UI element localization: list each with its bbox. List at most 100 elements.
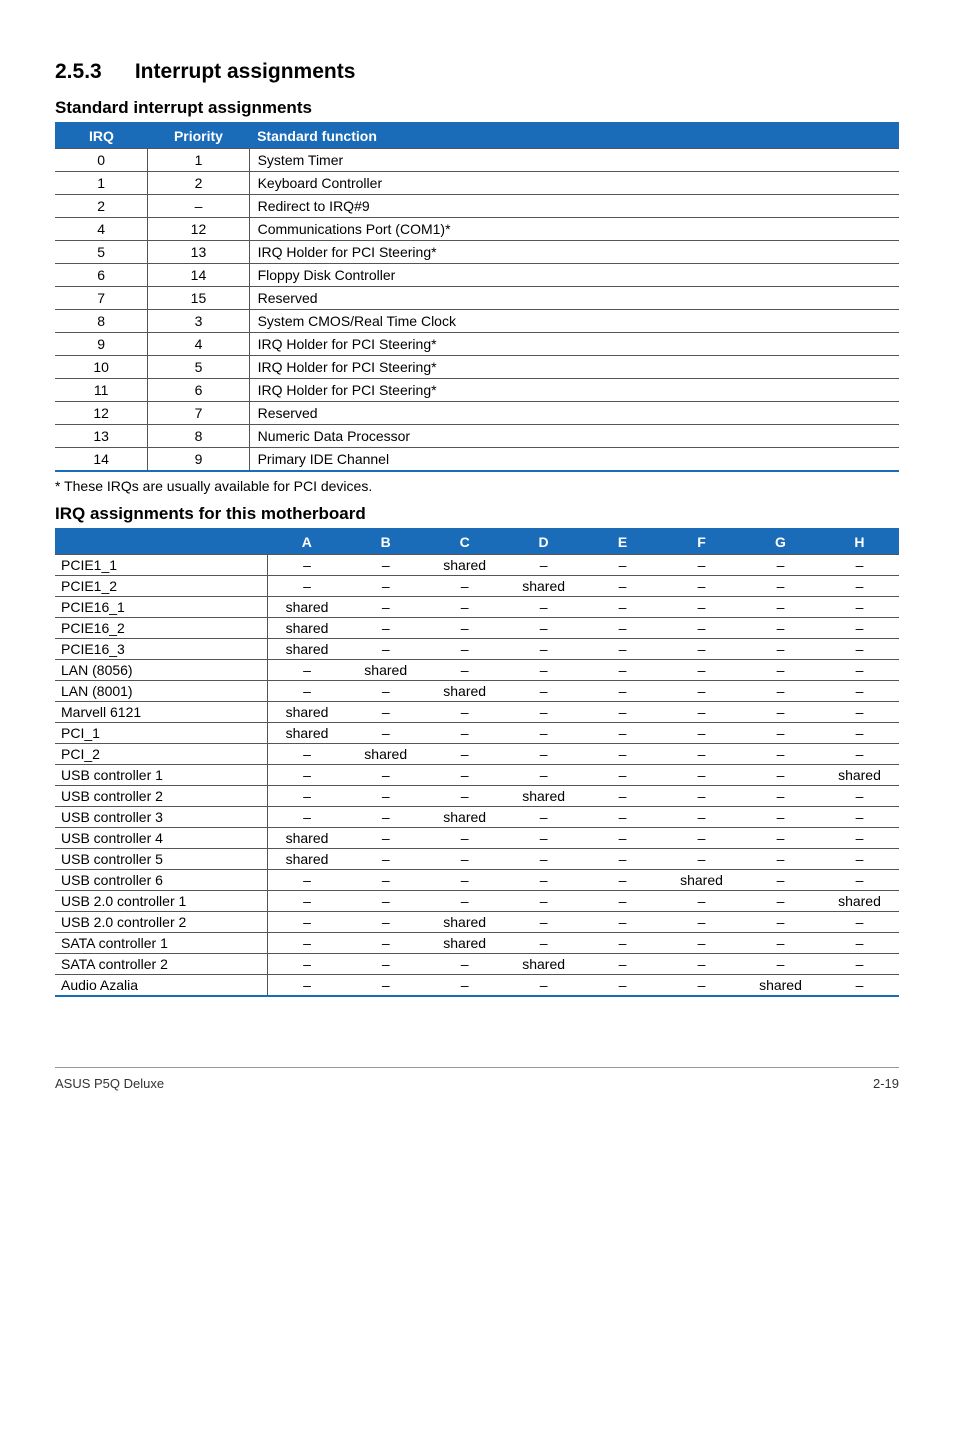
irq-cell-value: – bbox=[346, 954, 425, 975]
irq-cell-value: – bbox=[662, 912, 741, 933]
irq-cell-name: SATA controller 2 bbox=[55, 954, 267, 975]
irq-cell-name: USB 2.0 controller 2 bbox=[55, 912, 267, 933]
irq-cell-value: – bbox=[662, 555, 741, 576]
irq-cell-value: – bbox=[583, 702, 662, 723]
irq-cell-value: – bbox=[662, 723, 741, 744]
table-row: SATA controller 1––shared––––– bbox=[55, 933, 899, 954]
irq-cell-value: – bbox=[820, 954, 899, 975]
irq-cell-value: – bbox=[583, 870, 662, 891]
irq-cell-value: – bbox=[662, 765, 741, 786]
irq-cell-value: shared bbox=[662, 870, 741, 891]
irq-cell-value: – bbox=[267, 975, 346, 997]
irq-cell-value: – bbox=[662, 744, 741, 765]
irq-cell-value: – bbox=[741, 870, 820, 891]
irq-cell-value: – bbox=[346, 786, 425, 807]
section-title-text: Interrupt assignments bbox=[135, 60, 356, 83]
table-row: 127Reserved bbox=[55, 402, 899, 425]
table-row: PCIE1_1––shared––––– bbox=[55, 555, 899, 576]
table-row: 412Communications Port (COM1)* bbox=[55, 218, 899, 241]
irq-cell-value: – bbox=[346, 828, 425, 849]
irq-cell-value: – bbox=[346, 975, 425, 997]
irq-cell-value: – bbox=[583, 765, 662, 786]
table-row: 513IRQ Holder for PCI Steering* bbox=[55, 241, 899, 264]
std-cell-irq: 10 bbox=[55, 356, 148, 379]
irq-cell-value: – bbox=[662, 933, 741, 954]
irq-cell-value: – bbox=[583, 786, 662, 807]
irq-cell-value: – bbox=[425, 786, 504, 807]
irq-cell-value: – bbox=[267, 576, 346, 597]
irq-cell-value: – bbox=[504, 975, 583, 997]
irq-cell-value: – bbox=[741, 807, 820, 828]
irq-cell-value: – bbox=[425, 618, 504, 639]
irq-cell-value: – bbox=[346, 807, 425, 828]
irq-cell-value: shared bbox=[267, 597, 346, 618]
irq-cell-value: – bbox=[267, 891, 346, 912]
irq-cell-value: – bbox=[583, 807, 662, 828]
irq-cell-value: – bbox=[504, 807, 583, 828]
irq-cell-value: – bbox=[267, 681, 346, 702]
irq-cell-value: – bbox=[504, 849, 583, 870]
irq-cell-value: shared bbox=[267, 618, 346, 639]
irq-cell-value: – bbox=[662, 849, 741, 870]
irq-cell-value: – bbox=[504, 765, 583, 786]
table-row: PCIE16_2shared––––––– bbox=[55, 618, 899, 639]
std-cell-irq: 8 bbox=[55, 310, 148, 333]
irq-cell-value: – bbox=[820, 660, 899, 681]
std-cell-priority: 5 bbox=[148, 356, 249, 379]
irq-cell-value: – bbox=[425, 975, 504, 997]
irq-cell-value: shared bbox=[425, 912, 504, 933]
irq-cell-value: – bbox=[741, 933, 820, 954]
std-cell-priority: 6 bbox=[148, 379, 249, 402]
irq-cell-value: – bbox=[662, 576, 741, 597]
irq-cell-value: – bbox=[504, 618, 583, 639]
irq-cell-value: shared bbox=[425, 555, 504, 576]
irq-cell-value: – bbox=[346, 555, 425, 576]
irq-cell-value: – bbox=[662, 891, 741, 912]
std-cell-function: Floppy Disk Controller bbox=[249, 264, 899, 287]
std-table-footnote: * These IRQs are usually available for P… bbox=[55, 478, 899, 494]
irq-cell-value: – bbox=[346, 576, 425, 597]
table-row: 149Primary IDE Channel bbox=[55, 448, 899, 472]
table-row: PCIE16_3shared––––––– bbox=[55, 639, 899, 660]
irq-cell-value: – bbox=[820, 849, 899, 870]
table-row: PCIE1_2–––shared–––– bbox=[55, 576, 899, 597]
irq-header-col: D bbox=[504, 529, 583, 555]
irq-cell-value: – bbox=[425, 954, 504, 975]
irq-cell-value: – bbox=[504, 660, 583, 681]
std-header-irq: IRQ bbox=[55, 123, 148, 149]
irq-cell-value: – bbox=[820, 786, 899, 807]
irq-cell-value: shared bbox=[267, 828, 346, 849]
std-cell-function: Reserved bbox=[249, 402, 899, 425]
irq-cell-value: – bbox=[504, 639, 583, 660]
std-cell-function: IRQ Holder for PCI Steering* bbox=[249, 379, 899, 402]
irq-cell-value: shared bbox=[820, 891, 899, 912]
irq-cell-name: USB controller 1 bbox=[55, 765, 267, 786]
irq-cell-value: – bbox=[820, 681, 899, 702]
irq-cell-name: USB controller 5 bbox=[55, 849, 267, 870]
irq-cell-value: shared bbox=[267, 723, 346, 744]
std-cell-function: System CMOS/Real Time Clock bbox=[249, 310, 899, 333]
table-row: LAN (8056)–shared–––––– bbox=[55, 660, 899, 681]
irq-cell-value: – bbox=[346, 681, 425, 702]
irq-cell-value: – bbox=[741, 912, 820, 933]
table-row: 116IRQ Holder for PCI Steering* bbox=[55, 379, 899, 402]
irq-cell-value: – bbox=[425, 597, 504, 618]
irq-cell-value: – bbox=[267, 933, 346, 954]
table-row: 138Numeric Data Processor bbox=[55, 425, 899, 448]
table-row: Marvell 6121shared––––––– bbox=[55, 702, 899, 723]
std-header-priority: Priority bbox=[148, 123, 249, 149]
table-row: 715Reserved bbox=[55, 287, 899, 310]
irq-cell-name: PCIE16_1 bbox=[55, 597, 267, 618]
table-row: 94IRQ Holder for PCI Steering* bbox=[55, 333, 899, 356]
irq-cell-value: – bbox=[662, 975, 741, 997]
irq-cell-value: shared bbox=[504, 786, 583, 807]
irq-cell-value: – bbox=[346, 723, 425, 744]
std-table-heading: Standard interrupt assignments bbox=[55, 98, 899, 118]
table-row: PCI_2–shared–––––– bbox=[55, 744, 899, 765]
irq-cell-value: – bbox=[504, 912, 583, 933]
std-cell-priority: 14 bbox=[148, 264, 249, 287]
irq-header-name bbox=[55, 529, 267, 555]
irq-cell-value: – bbox=[267, 555, 346, 576]
irq-cell-value: – bbox=[504, 555, 583, 576]
irq-cell-value: – bbox=[267, 765, 346, 786]
